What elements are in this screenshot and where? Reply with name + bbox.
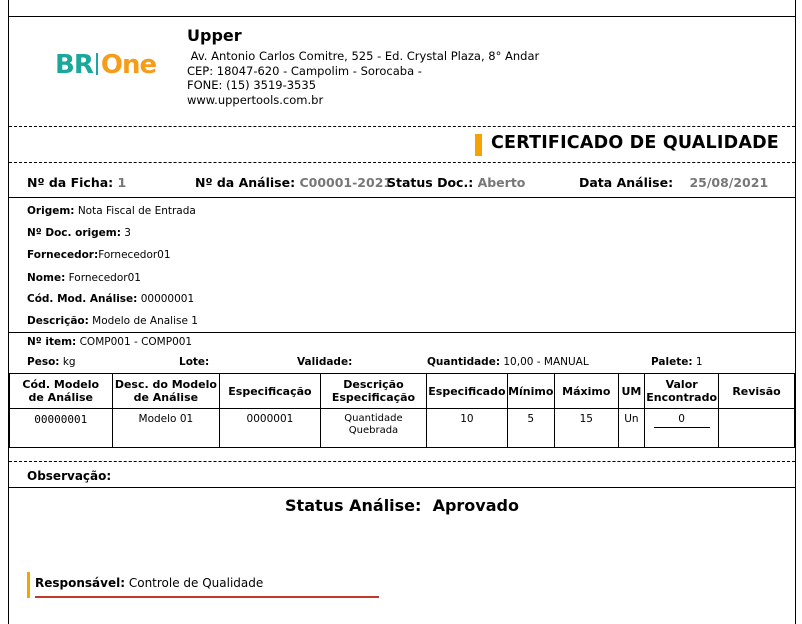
col-header: Desc. do Modelo de Análise [111,373,221,409]
status-analise-label: Status Análise: [285,496,422,515]
descricao-field: Descrição: Modelo de Analise 1 [27,315,198,327]
doc-origem-field: Nº Doc. origem: 3 [27,227,131,239]
col-header: Descrição Especificação [319,373,428,409]
analysis-table: Cód. Modelo de Análise Desc. do Modelo d… [9,373,795,448]
company-address: Av. Antonio Carlos Comitre, 525 - Ed. Cr… [187,49,539,107]
responsavel-field: Responsável: Controle de Qualidade [35,576,264,590]
responsavel-accent-bar [27,572,30,598]
ficha-label: Nº da Ficha: [27,175,114,190]
table-cell: Quantidade Quebrada [319,408,428,448]
col-header: Máximo [554,373,619,409]
divider [9,487,795,488]
col-header: Especificado [426,373,508,409]
table-header-row: Cód. Modelo de Análise Desc. do Modelo d… [9,373,795,409]
cod-mod-analise-field: Cód. Mod. Análise: 00000001 [27,293,195,305]
address-line: Av. Antonio Carlos Comitre, 525 - Ed. Cr… [187,49,540,63]
address-line: CEP: 18047-620 - Campolim - Sorocaba - [187,63,422,78]
analise-value: C00001-2021 [299,175,393,190]
table-cell: 5 [506,408,556,448]
table-cell: 00000001 [9,408,113,448]
table-cell: 0000001 [219,408,321,448]
fornecedor-field: Fornecedor:Fornecedor01 [27,249,171,261]
col-header: Cód. Modelo de Análise [9,373,113,409]
status-analise-value: Aprovado [432,496,519,515]
title-accent-bar [475,134,482,156]
col-header: Especificação [219,373,321,409]
nome-field: Nome: Fornecedor01 [27,272,141,284]
document-title: CERTIFICADO DE QUALIDADE [491,133,779,153]
status-doc-value: Aberto [477,175,526,190]
table-cell [718,408,795,448]
quality-certificate-page: BR One Upper Av. Antonio Carlos Comitre, … [8,0,796,624]
valor-encontrado-cell: 0 [644,408,720,448]
status-analise: Status Análise: Aprovado [9,496,795,515]
peso-field: Peso: kg [27,356,76,368]
col-header: Valor Encontrado [644,373,720,409]
item-field: Nº item: COMP001 - COMP001 [27,336,193,348]
table-row: 00000001 Modelo 01 0000001 Quantidade Qu… [9,408,795,448]
col-header: UM [617,373,646,409]
palete-field: Palete: 1 [651,356,703,368]
data-analise-field: Data Análise: 25/08/2021 [579,175,768,190]
table-cell: Modelo 01 [111,408,221,448]
divider [9,162,795,163]
brand-logo: BR One [55,50,157,80]
table-cell: 10 [426,408,508,448]
col-header: Mínimo [506,373,556,409]
data-analise-value: 25/08/2021 [689,175,769,190]
analise-label: Nº da Análise: [195,175,296,190]
company-name: Upper [187,26,242,45]
divider [9,332,795,333]
divider [9,126,795,127]
validade-field: Validade: [297,356,353,368]
lote-field: Lote: [179,356,210,368]
analise-field: Nº da Análise: C00001-2021 [195,175,392,190]
signature-line [35,596,379,598]
status-doc-label: Status Doc.: [387,175,474,190]
top-border [9,16,795,17]
address-line: www.uppertools.com.br [187,92,324,107]
status-doc-field: Status Doc.: Aberto [387,175,525,190]
valor-encontrado-value: 0 [653,413,710,428]
ficha-value: 1 [117,175,127,190]
divider [9,461,795,462]
origem-field: Origem: Nota Fiscal de Entrada [27,205,196,217]
table-cell: Un [617,408,646,448]
quantidade-field: Quantidade: 10,00 - MANUAL [427,356,589,368]
ficha-field: Nº da Ficha: 1 [27,175,126,190]
table-cell: 15 [554,408,619,448]
address-line: FONE: (15) 3519-3535 [187,78,317,92]
col-header: Revisão [718,373,795,409]
data-analise-label: Data Análise: [579,175,674,190]
divider [9,197,795,198]
observacao-field: Observação: [27,469,112,483]
